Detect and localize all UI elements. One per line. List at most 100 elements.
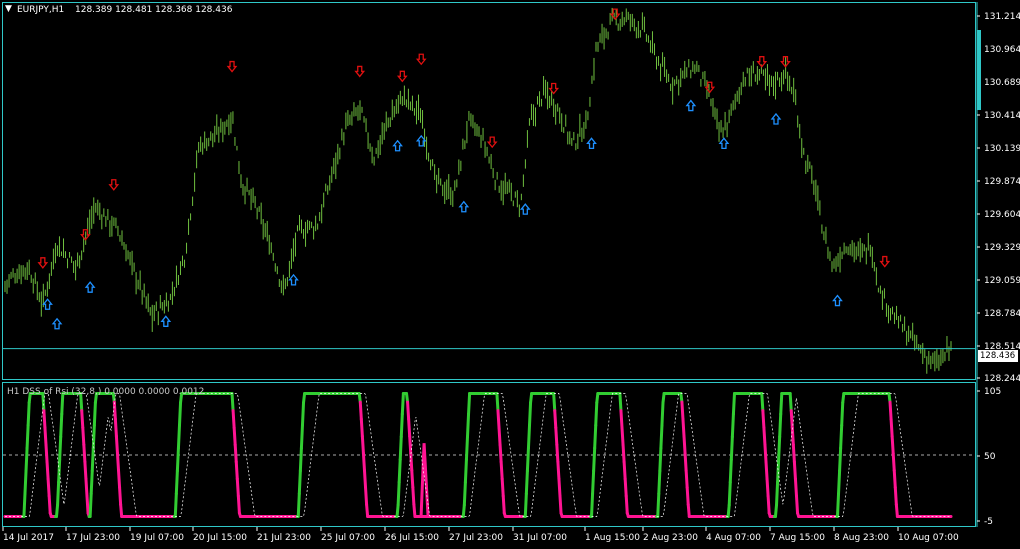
price-tick-label: 129.604 — [984, 210, 1020, 220]
dss-segment — [174, 469, 179, 496]
dss-segment — [395, 503, 400, 518]
price-tick-label: 128.244 — [984, 374, 1020, 384]
up-arrow-icon — [160, 315, 172, 327]
dss-segment — [364, 485, 369, 507]
dss-segment — [360, 434, 365, 455]
time-tick-label: 20 Jul 15:00 — [193, 533, 247, 543]
dss-segment — [888, 400, 893, 421]
buy-signals — [42, 99, 843, 330]
dss-segment — [42, 409, 47, 430]
up-arrow-icon — [42, 298, 53, 310]
time-tick-label: 19 Jul 07:00 — [130, 533, 184, 543]
current-price-label: 128.436 — [978, 350, 1018, 362]
indicator-svg[interactable] — [3, 383, 975, 526]
dss-segment — [412, 503, 417, 518]
dss-segment — [23, 469, 28, 496]
dss-segment — [113, 417, 118, 438]
price-tick-label: 128.784 — [984, 309, 1020, 319]
dss-segment — [778, 412, 783, 439]
dss-segment — [764, 460, 769, 481]
dss-segment — [498, 443, 503, 464]
dss-segment — [43, 426, 48, 447]
dss-segment — [358, 400, 363, 421]
dss-segment — [729, 435, 734, 462]
price-tick-label: 130.689 — [984, 78, 1020, 88]
dss-segment — [24, 446, 29, 473]
dss-segment — [496, 409, 501, 430]
dss-segment — [175, 446, 180, 473]
price-tick-label: 129.874 — [984, 177, 1020, 187]
window-menu-icon[interactable]: ▼ — [5, 4, 12, 14]
dss-segment — [59, 412, 64, 439]
dss-segment — [552, 392, 557, 413]
up-arrow-icon — [415, 134, 427, 147]
dss-segment — [232, 426, 237, 447]
dss-segment — [620, 426, 625, 447]
price-tick-label: 129.329 — [984, 243, 1020, 253]
dss-segment — [92, 401, 97, 427]
dss-segment — [889, 417, 894, 438]
dss-segment — [463, 458, 468, 484]
dss-segment — [657, 469, 662, 496]
price-chart-panel[interactable] — [2, 2, 976, 380]
dss-segment — [91, 423, 96, 450]
dss-segment — [775, 480, 780, 507]
ohlc-readout: 128.389 128.481 128.368 128.436 — [75, 5, 233, 15]
dss-segment — [727, 480, 732, 507]
dss-segment — [792, 460, 797, 481]
up-arrow-icon — [832, 294, 843, 307]
time-tick-label: 25 Jul 07:00 — [321, 533, 375, 543]
dss-segment — [680, 400, 685, 421]
up-arrow-icon — [288, 273, 299, 286]
dss-segment — [234, 460, 239, 481]
dss-segment — [115, 451, 121, 472]
dss-segment — [467, 392, 472, 416]
down-arrow-icon — [548, 82, 560, 95]
dss-segment — [85, 494, 90, 515]
down-arrow-icon — [486, 136, 498, 149]
dss-segment — [682, 434, 687, 455]
down-arrow-icon — [108, 179, 120, 191]
dss-segment — [525, 446, 530, 473]
dss-segment — [500, 477, 505, 498]
dss-segment — [230, 392, 235, 413]
price-tick-label: 131.214 — [984, 12, 1020, 22]
dss-segment — [789, 409, 794, 430]
dss-segment — [556, 460, 561, 481]
dss-segment — [297, 469, 302, 496]
up-arrow-icon — [685, 99, 697, 112]
dss-segment — [298, 446, 303, 473]
dss-segment — [81, 426, 86, 447]
dss-segment — [592, 446, 597, 473]
dss-segment — [176, 423, 181, 450]
indicator-panel[interactable] — [2, 382, 976, 527]
dss-segment — [411, 485, 416, 507]
price-tick-label: 130.414 — [984, 111, 1020, 121]
up-arrow-icon — [586, 137, 597, 149]
up-arrow-icon — [718, 137, 730, 149]
dss-segment — [526, 423, 532, 450]
time-axis[interactable]: 14 Jul 2017 17 Jul 23:00 19 Jul 07:00 20 Ju… — [0, 527, 976, 549]
dss-segment — [554, 426, 559, 447]
price-chart-svg[interactable] — [3, 3, 975, 379]
down-arrow-icon — [396, 70, 408, 83]
dss-segment — [495, 392, 500, 413]
dss-segment — [499, 460, 504, 481]
indicator-tick-label: 105 — [984, 387, 1001, 397]
dss-segment — [763, 443, 768, 464]
dss-segment — [524, 469, 529, 496]
dss-segment — [838, 446, 843, 473]
dss-segment — [760, 392, 765, 413]
dss-segment — [557, 477, 562, 498]
dss-segment — [112, 400, 117, 421]
dss-segment — [400, 392, 405, 416]
dss-segment — [594, 401, 599, 427]
price-axis[interactable]: 131.214 130.964 130.689 130.414 130.139 129.8… — [976, 0, 1020, 549]
dss-segment — [84, 477, 89, 498]
time-tick-label: 7 Aug 15:00 — [770, 533, 825, 543]
dss-segment — [235, 477, 240, 498]
dss-segment — [593, 423, 598, 450]
dss-segment — [553, 409, 558, 430]
dss-segment — [686, 503, 691, 518]
down-arrow-icon — [226, 60, 238, 73]
